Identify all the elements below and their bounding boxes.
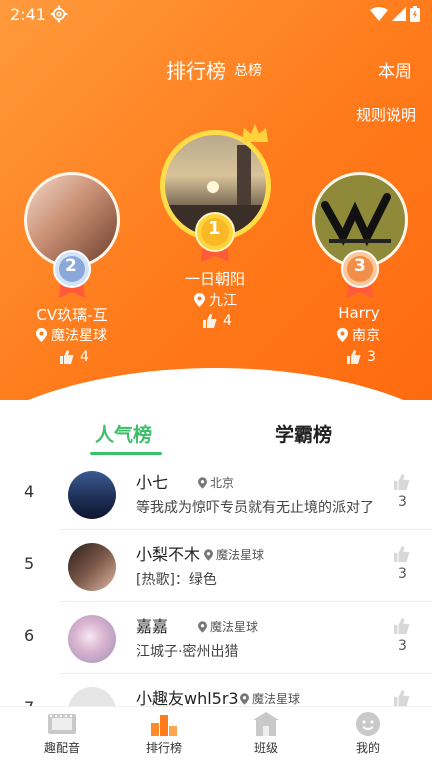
podium-third-location-text: 南京 — [352, 328, 380, 344]
nav-mine[interactable]: 我的 — [328, 711, 408, 756]
podium-second-name: CV玖璃-互 — [36, 306, 108, 324]
avatar[interactable] — [68, 615, 116, 663]
thumbs-up-icon[interactable] — [394, 618, 410, 634]
ranking-podium-icon — [151, 715, 177, 736]
wifi-icon — [370, 7, 388, 21]
podium-third-likes[interactable]: 3 — [347, 349, 376, 365]
thumbs-up-icon — [203, 314, 217, 328]
crown-icon — [242, 124, 268, 142]
rules-link[interactable]: 规则说明 — [356, 104, 416, 125]
location-pin-icon — [198, 476, 207, 489]
podium-third-name: Harry — [338, 304, 380, 322]
list-location: 魔法星球 — [204, 546, 264, 563]
list-name: 小梨不木 — [136, 545, 201, 564]
status-time: 2:41 — [10, 5, 46, 24]
thumbs-up-icon[interactable] — [394, 546, 410, 562]
podium-second-location-text: 魔法星球 — [51, 328, 107, 344]
avatar[interactable] — [68, 543, 116, 591]
thumbs-up-icon[interactable] — [394, 474, 410, 490]
list-item[interactable]: 6 嘉嘉 魔法星球 江城子·密州出猎 3 — [0, 602, 432, 674]
location-pin-icon — [36, 328, 47, 342]
bottom-navigation: 趣配音 排行榜 班级 我的 — [0, 706, 432, 767]
list-location-text: 北京 — [210, 476, 235, 490]
status-indicators — [370, 6, 420, 22]
list-item[interactable]: 5 小梨不木 魔法星球 [热歌]：绿色 3 — [0, 530, 432, 602]
podium-first-location: 九江 — [194, 290, 237, 310]
settings-gear-icon — [50, 5, 68, 23]
location-pin-icon — [337, 328, 348, 342]
nav-label: 趣配音 — [43, 741, 80, 755]
list-name: 嘉嘉 — [136, 617, 169, 636]
list-rank: 6 — [24, 626, 35, 645]
list-name: 小七 — [136, 473, 169, 492]
battery-icon — [410, 6, 420, 22]
hero-curve — [0, 368, 432, 400]
scope-selector[interactable]: 总榜 — [234, 60, 262, 80]
page-title: 排行榜 — [166, 59, 226, 83]
ranking-tabs: 人气榜 学霸榜 — [0, 410, 432, 460]
avatar[interactable] — [68, 471, 116, 519]
list-location: 魔法星球 — [240, 690, 300, 707]
location-pin-icon — [240, 692, 249, 705]
list-item[interactable]: 4 小七 北京 等我成为惊吓专员就有无止境的派对了 3 — [0, 458, 432, 530]
list-rank: 5 — [24, 554, 35, 573]
list-location: 魔法星球 — [198, 618, 258, 635]
ranking-list: 4 小七 北京 等我成为惊吓专员就有无止境的派对了 3 5 小梨不木 魔法星球 … — [0, 458, 432, 746]
podium-third-rank: 3 — [354, 256, 366, 276]
podium-second-likes[interactable]: 4 — [60, 349, 89, 365]
status-bar: 2:41 — [0, 0, 432, 30]
list-location: 北京 — [198, 474, 234, 491]
podium-first-location-text: 九江 — [209, 293, 237, 309]
location-pin-icon — [198, 620, 207, 633]
list-location-text: 魔法星球 — [252, 692, 301, 706]
podium-first-likes[interactable]: 4 — [203, 313, 232, 329]
thumbs-up-icon — [347, 350, 361, 364]
podium-first-name: 一日朝阳 — [184, 270, 245, 288]
list-like-count: 3 — [398, 494, 407, 510]
podium-second-like-count: 4 — [80, 349, 89, 365]
tab-popular[interactable]: 人气榜 — [95, 420, 152, 447]
list-like-count: 3 — [398, 566, 407, 582]
nav-ranking[interactable]: 排行榜 — [124, 711, 204, 756]
active-tab-indicator — [90, 452, 162, 455]
location-pin-icon — [204, 548, 213, 561]
nav-label: 班级 — [253, 741, 278, 755]
podium-third-location: 南京 — [337, 325, 380, 345]
thumbs-up-icon[interactable] — [394, 690, 410, 706]
nav-class[interactable]: 班级 — [226, 711, 306, 756]
film-icon — [48, 714, 76, 734]
list-like-count: 3 — [398, 638, 407, 654]
list-description: [热歌]：绿色 — [136, 572, 217, 588]
nav-label: 排行榜 — [145, 741, 182, 755]
list-location-text: 魔法星球 — [210, 620, 259, 634]
class-building-icon — [253, 712, 279, 736]
period-selector[interactable]: 本周 — [378, 57, 412, 82]
podium-third-like-count: 3 — [367, 349, 376, 365]
thumbs-up-icon — [60, 350, 74, 364]
nav-label: 我的 — [355, 741, 380, 755]
signal-icon — [392, 7, 406, 21]
podium-first-rank: 1 — [208, 218, 221, 239]
list-location-text: 魔法星球 — [216, 548, 265, 562]
podium-first-like-count: 4 — [223, 313, 232, 329]
podium-second-location: 魔法星球 — [36, 325, 107, 345]
tab-study[interactable]: 学霸榜 — [275, 420, 332, 447]
profile-face-icon — [356, 712, 380, 736]
list-description: 等我成为惊吓专员就有无止境的派对了 — [136, 500, 374, 516]
podium-second-rank: 2 — [65, 256, 77, 276]
location-pin-icon — [194, 293, 205, 307]
list-rank: 4 — [24, 482, 35, 501]
list-description: 江城子·密州出猎 — [136, 644, 239, 660]
nav-dubbing[interactable]: 趣配音 — [22, 711, 102, 756]
